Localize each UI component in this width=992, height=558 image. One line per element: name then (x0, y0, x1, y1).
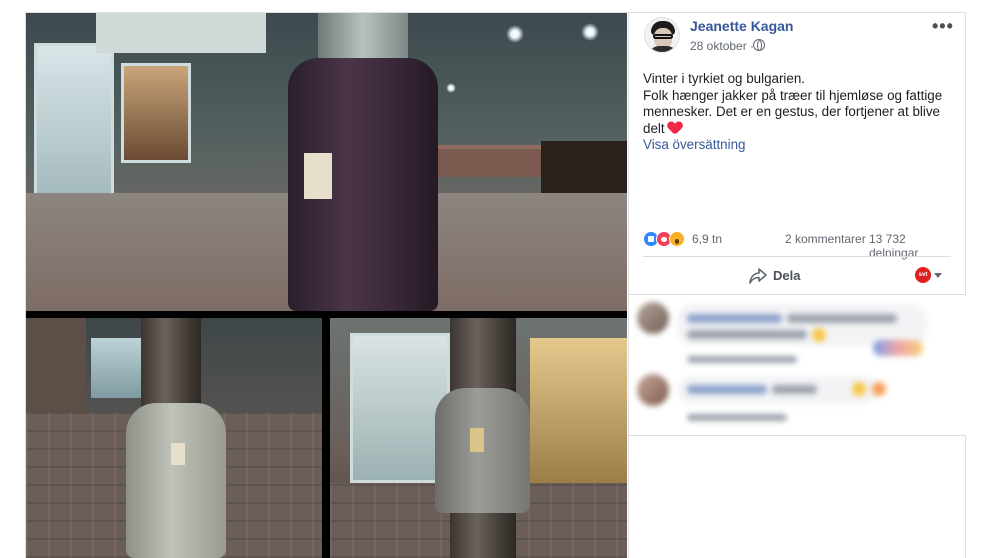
hanging-coat (126, 403, 226, 558)
post-text-line2: Folk hænger jakker på træer til hjemløse… (643, 87, 943, 136)
blurred-comment (637, 300, 937, 370)
commenter-name (687, 385, 767, 394)
divider (629, 435, 966, 436)
globe-icon[interactable] (753, 39, 765, 51)
emoji-icon (872, 382, 886, 396)
comments-section (629, 296, 966, 436)
post-text-line1: Vinter i tyrkiet og bulgarien. (643, 71, 806, 86)
reaction-count[interactable]: 6,9 tn (692, 232, 722, 246)
divider (643, 256, 951, 257)
share-icon (749, 268, 767, 284)
share-label: Dela (773, 268, 801, 283)
comment-count[interactable]: 2 kommentarer (785, 232, 866, 246)
chevron-down-icon[interactable] (934, 273, 942, 278)
awning (96, 13, 266, 53)
photo-tree-coat-left[interactable] (26, 318, 322, 558)
comment-avatar (637, 374, 669, 406)
photo-tree-coat-right[interactable] (330, 318, 627, 558)
divider (629, 294, 966, 295)
coat-tag (304, 153, 332, 199)
comment-text (787, 314, 897, 323)
post-date[interactable]: 28 oktober · (690, 39, 754, 53)
comment-avatar (637, 302, 669, 334)
street-light (581, 23, 599, 41)
avatar[interactable] (644, 17, 680, 53)
avatar-glasses (653, 34, 673, 39)
shop-window (121, 63, 191, 163)
commenter-name (687, 314, 782, 323)
post-text: Vinter i tyrkiet og bulgarien. Folk hæng… (643, 71, 953, 137)
post-photo[interactable] (26, 13, 627, 558)
coat-tag (171, 443, 185, 465)
avatar-shirt (649, 46, 677, 52)
coat-tag (470, 428, 484, 452)
street-light (446, 83, 456, 93)
comment-meta (687, 414, 787, 421)
emoji-icon (852, 382, 866, 396)
profile-switch-avatar[interactable]: svt (915, 267, 931, 283)
more-options-icon[interactable]: ••• (932, 16, 954, 37)
comment-text (772, 385, 817, 394)
comment-reactions (873, 340, 923, 356)
street-light (506, 25, 524, 43)
blurred-comment (637, 372, 937, 432)
post-text-body: Folk hænger jakker på træer til hjemløse… (643, 88, 953, 138)
author-name[interactable]: Jeanette Kagan (690, 18, 793, 34)
comment-meta (687, 356, 797, 363)
comment-text (687, 330, 807, 339)
heart-icon (668, 122, 682, 134)
shop-window (34, 43, 114, 213)
translate-link[interactable]: Visa översättning (643, 137, 745, 152)
photo-street-coat[interactable] (26, 13, 627, 311)
reactions-bar: 6,9 tn 2 kommentarer 13 732 delningar (643, 231, 953, 260)
post-sidebar: Jeanette Kagan 28 oktober · ••• Vinter i… (628, 13, 966, 558)
wow-icon[interactable] (669, 231, 685, 247)
shop-door (530, 338, 627, 488)
emoji-icon (812, 328, 826, 342)
